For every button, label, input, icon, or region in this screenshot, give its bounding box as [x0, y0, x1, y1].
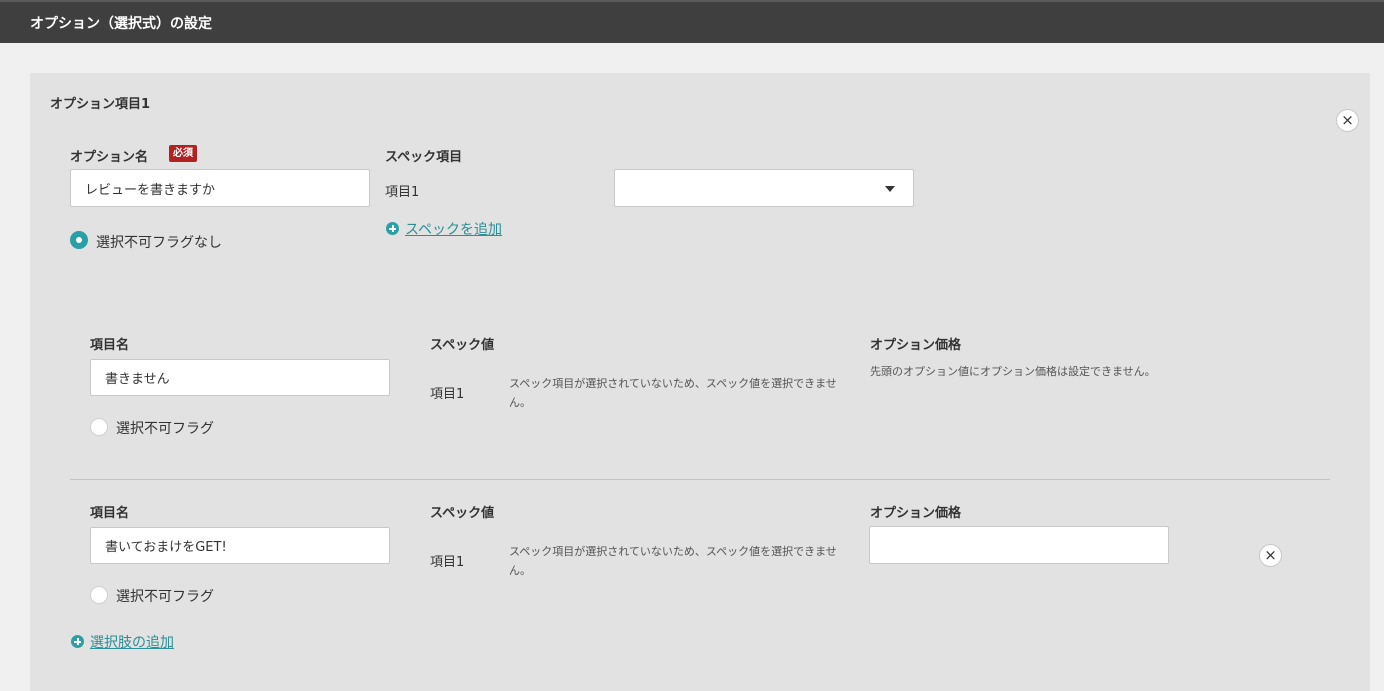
choice-2-item-name-input[interactable]: 書いておまけをGET!: [90, 527, 390, 564]
choice-1-spec-row-label: 項目1: [430, 387, 465, 402]
choice-2-item-name-value: 書いておまけをGET!: [105, 540, 227, 555]
choice-divider: [70, 479, 1330, 480]
choice-1-spec-note: スペック項目が選択されていないため、スペック値を選択できません。: [509, 377, 837, 409]
choice-2-price-input[interactable]: [869, 526, 1169, 564]
choice-1-price-note: 先頭のオプション値にオプション価格は設定できません。: [870, 365, 1156, 378]
choice-1-item-name-label: 項目名: [90, 338, 130, 353]
choice-2-spec-row-label: 項目1: [430, 555, 465, 570]
option-name-label: オプション名: [70, 150, 149, 165]
spec-row-label: 項目1: [385, 185, 420, 200]
choice-1-spec-value-label: スペック値: [430, 338, 495, 353]
choice-1-unselectable-flag-radio[interactable]: [90, 418, 108, 436]
spec-heading: スペック項目: [385, 150, 463, 165]
option-name-input[interactable]: レビューを書きますか: [70, 169, 370, 207]
option-section-title: オプション項目1: [50, 97, 151, 112]
choice-2-item-name-label: 項目名: [90, 506, 130, 521]
choice-1-item-name-value: 書きません: [105, 372, 170, 387]
plus-circle-icon: [71, 635, 84, 648]
choice-2-spec-note: スペック項目が選択されていないため、スペック値を選択できません。: [509, 545, 837, 577]
unselectable-flag-none-radio[interactable]: [70, 231, 88, 249]
remove-choice-2-button[interactable]: ×: [1259, 544, 1282, 567]
choice-1-unselectable-flag-label: 選択不可フラグ: [116, 421, 214, 437]
option-panel: オプション項目1 × オプション名 必須 レビューを書きますか 選択不可フラグな…: [30, 73, 1370, 691]
close-icon: ×: [1264, 546, 1277, 564]
choice-2-unselectable-flag-label: 選択不可フラグ: [116, 589, 214, 605]
chevron-down-icon: [885, 186, 895, 192]
choice-1-item-name-input[interactable]: 書きません: [90, 359, 390, 396]
option-name-value: レビューを書きますか: [85, 182, 216, 198]
close-icon: ×: [1341, 111, 1354, 129]
add-spec-link[interactable]: スペックを追加: [405, 219, 502, 239]
remove-option-button[interactable]: ×: [1336, 109, 1359, 132]
choice-2-unselectable-flag-radio[interactable]: [90, 586, 108, 604]
page-title: オプション（選択式）の設定: [30, 16, 212, 32]
choice-2-price-label: オプション価格: [870, 506, 962, 521]
plus-circle-icon: [386, 222, 399, 235]
unselectable-flag-none-label: 選択不可フラグなし: [96, 235, 222, 251]
choice-2-spec-value-label: スペック値: [430, 506, 495, 521]
add-choice-link[interactable]: 選択肢の追加: [90, 632, 174, 652]
page-header: オプション（選択式）の設定: [0, 0, 1384, 43]
spec-item-select[interactable]: [614, 169, 914, 207]
required-badge: 必須: [169, 145, 197, 162]
choice-1-price-label: オプション価格: [870, 338, 962, 353]
